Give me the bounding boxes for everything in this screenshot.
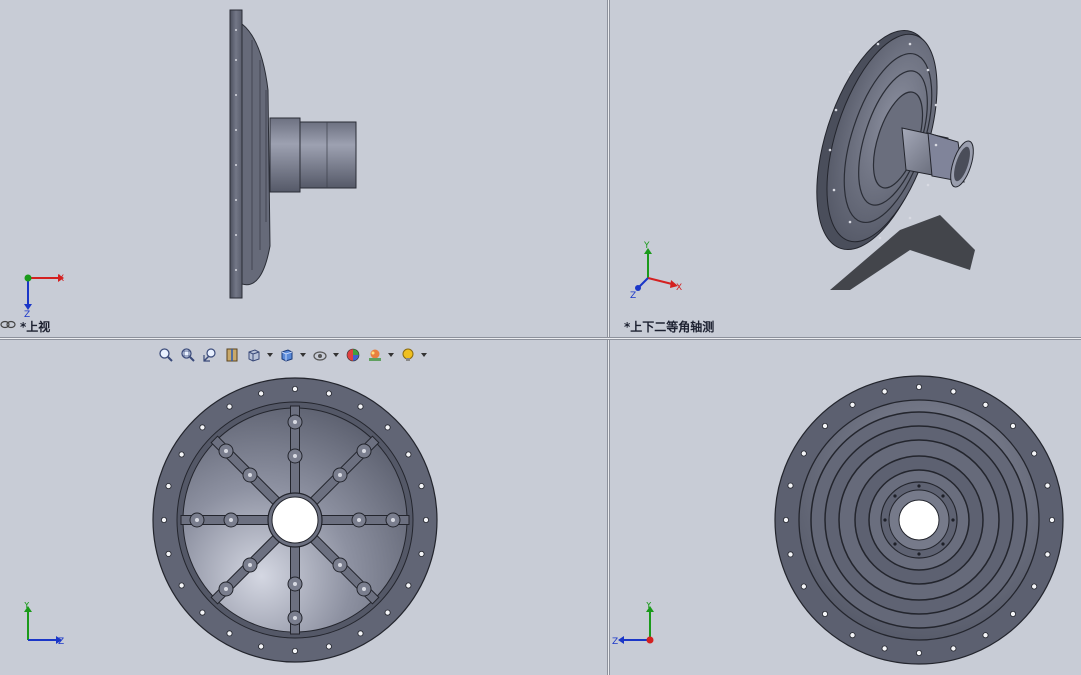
bolt-hole — [1048, 517, 1055, 523]
bolt-hole — [226, 403, 233, 410]
bolt-hole — [178, 451, 185, 458]
bolt-hole — [893, 494, 897, 498]
bolt-hole — [1031, 450, 1038, 457]
graphics-area[interactable]: X Z *上视 Y X Z *上下二等角轴测 Y Z Y Z — [0, 0, 1081, 675]
bolt-hole — [941, 494, 945, 498]
bolt-hole — [178, 582, 185, 589]
bolt-hole — [258, 643, 265, 650]
bolt-hole — [849, 632, 856, 639]
axis-label-x: X — [58, 274, 64, 284]
bolt-hole — [893, 542, 897, 546]
bolt-hole — [1010, 423, 1017, 430]
axis-label-z: Z — [630, 291, 636, 301]
bolt-hole — [950, 388, 957, 395]
bolt-hole — [787, 551, 794, 558]
bolt-hole — [849, 401, 856, 408]
axis-label-y: Y — [643, 241, 650, 251]
coordinate-triad: Y Z — [612, 602, 654, 647]
part-side-profile[interactable] — [0, 0, 607, 337]
bolt-hole — [917, 484, 921, 488]
bolt-hole — [1010, 611, 1017, 618]
bolt-hole — [800, 583, 807, 590]
axis-label-y: Y — [645, 602, 652, 611]
bolt-hole — [405, 582, 412, 589]
bolt-hole — [325, 390, 332, 397]
bolt-hole — [800, 450, 807, 457]
bolt-hole — [199, 424, 206, 431]
axis-label-z: Z — [612, 637, 618, 647]
view-name-label: *上下二等角轴测 — [624, 320, 715, 334]
bolt-hole — [787, 482, 794, 489]
link-views-icon[interactable] — [0, 320, 16, 329]
bolt-hole — [160, 517, 167, 523]
viewport-back-view[interactable]: Y Z — [610, 340, 1081, 675]
bolt-hole — [226, 630, 233, 637]
bolt-hole — [292, 385, 298, 392]
bolt-hole — [1044, 482, 1051, 489]
bolt-hole — [883, 518, 887, 522]
viewport-dimetric-view[interactable]: Y X Z *上下二等角轴测 — [610, 0, 1081, 337]
bolt-hole — [950, 645, 957, 652]
bolt-hole — [917, 552, 921, 556]
bolt-hole — [384, 609, 391, 616]
bolt-hole — [782, 517, 789, 523]
bolt-hole — [165, 550, 172, 557]
bolt-hole — [982, 632, 989, 639]
part-rib-face[interactable] — [0, 340, 607, 675]
bolt-hole — [199, 609, 206, 616]
bolt-hole — [982, 401, 989, 408]
bolt-hole — [384, 424, 391, 431]
viewport-splitter-horizontal[interactable] — [0, 337, 1081, 340]
bolt-hole — [422, 517, 429, 523]
view-name-label: *上视 — [20, 320, 51, 334]
axis-label-z: Z — [24, 310, 30, 318]
viewport-top-view[interactable]: X Z *上视 — [0, 0, 607, 337]
bolt-hole — [881, 388, 888, 395]
bolt-hole — [405, 451, 412, 458]
coordinate-triad: Y X Z — [630, 241, 682, 301]
coordinate-triad: Y Z — [23, 602, 64, 647]
bolt-hole — [822, 611, 829, 618]
bolt-hole — [1031, 583, 1038, 590]
bolt-hole — [941, 542, 945, 546]
coordinate-triad: X Z — [24, 274, 64, 318]
bolt-hole — [418, 550, 425, 557]
part-ring-face[interactable] — [610, 340, 1081, 675]
bolt-hole — [292, 647, 298, 654]
bolt-hole — [951, 518, 955, 522]
bolt-hole — [822, 423, 829, 430]
axis-label-z: Z — [58, 637, 64, 647]
axis-label-x: X — [676, 283, 682, 293]
bolt-hole — [1044, 551, 1051, 558]
bolt-hole — [165, 483, 172, 490]
bolt-hole — [418, 483, 425, 490]
bolt-hole — [916, 649, 922, 656]
bolt-hole — [881, 645, 888, 652]
viewport-front-view[interactable]: Y Z — [0, 340, 607, 675]
bolt-hole — [357, 630, 364, 637]
bolt-hole — [357, 403, 364, 410]
bolt-hole — [258, 390, 265, 397]
bolt-hole — [325, 643, 332, 650]
axis-label-y: Y — [23, 602, 30, 611]
bolt-hole — [916, 383, 922, 390]
